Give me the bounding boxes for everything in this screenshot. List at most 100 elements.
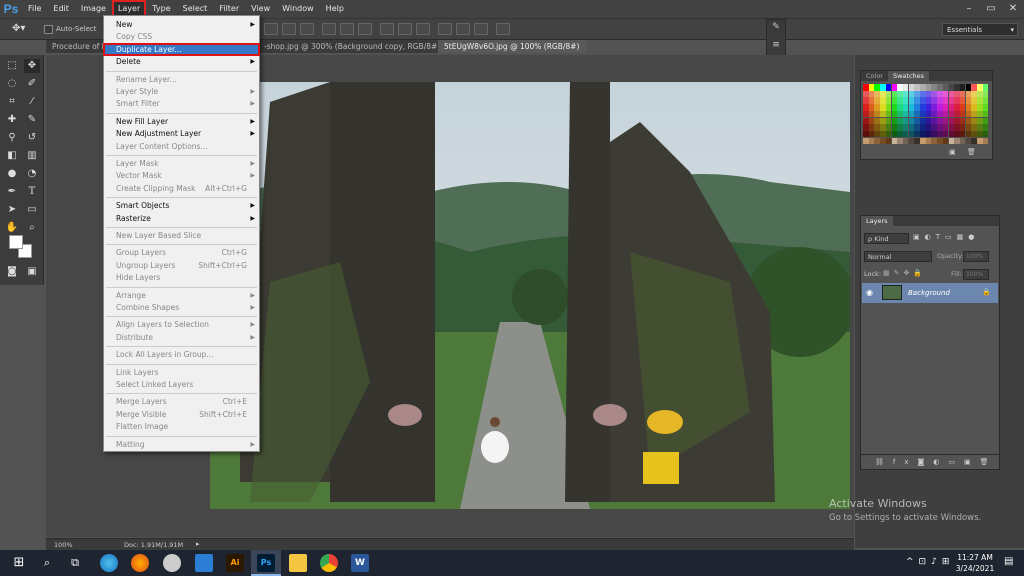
photoshop-taskbar-active[interactable]: Ps bbox=[251, 550, 281, 576]
swatch[interactable] bbox=[982, 90, 989, 98]
tab-swatches[interactable]: Swatches bbox=[887, 71, 930, 81]
swatch[interactable] bbox=[982, 117, 989, 124]
file-explorer-icon[interactable] bbox=[289, 554, 307, 572]
layer-menu-item[interactable]: Arrange ▶ bbox=[104, 290, 259, 301]
crop-tool-icon[interactable]: ⌗ bbox=[4, 95, 20, 109]
healing-tool-icon[interactable]: ✚ bbox=[4, 113, 20, 127]
status-arrow-icon[interactable]: ▸ bbox=[196, 540, 200, 548]
layer-menu-item[interactable]: Merge Visible Shift+Ctrl+E bbox=[104, 409, 259, 420]
layer-menu-item[interactable]: Select Linked Layers bbox=[104, 379, 259, 390]
rectangle-tool-icon[interactable]: ▭ bbox=[24, 203, 40, 217]
layer-name[interactable]: Background bbox=[908, 289, 950, 297]
zoom-tool-icon[interactable]: ⌕ bbox=[24, 221, 40, 235]
layer-menu-item[interactable]: New Fill Layer ▶ bbox=[104, 116, 259, 127]
layer-menu-item[interactable]: Smart Filter ▶ bbox=[104, 98, 259, 109]
quick-mask-icon[interactable]: ◙ bbox=[4, 265, 20, 279]
tab-layers[interactable]: Layers bbox=[861, 216, 893, 226]
illustrator-icon[interactable]: Ai bbox=[226, 554, 244, 572]
clone-stamp-tool-icon[interactable]: ⚲ bbox=[4, 131, 20, 145]
layers-footer-icons[interactable]: ⛓fx◙◐▭▣🗑 bbox=[861, 454, 999, 469]
brush-settings-icon[interactable]: ≡ bbox=[767, 40, 785, 50]
eye-icon[interactable]: ◉ bbox=[866, 288, 873, 297]
swatch[interactable] bbox=[982, 97, 989, 104]
lasso-tool-icon[interactable]: ◌ bbox=[4, 77, 20, 91]
layer-menu-item[interactable]: Rasterize ▶ bbox=[104, 213, 259, 224]
chrome-icon[interactable] bbox=[320, 554, 338, 572]
document-image[interactable] bbox=[210, 82, 850, 509]
align-top-icon[interactable] bbox=[264, 23, 278, 35]
brush-tool-icon[interactable]: ✎ bbox=[24, 113, 40, 127]
swatch-grid[interactable] bbox=[863, 84, 989, 145]
maximize-button[interactable]: ▭ bbox=[980, 0, 1002, 18]
distribute-left-icon[interactable] bbox=[438, 23, 452, 35]
tab-procedure[interactable]: Procedure of h bbox=[46, 40, 106, 53]
blur-tool-icon[interactable]: ● bbox=[4, 167, 20, 181]
distribute-vcenter-icon[interactable] bbox=[398, 23, 412, 35]
layer-menu-item[interactable]: Merge Layers Ctrl+E bbox=[104, 396, 259, 407]
swatch[interactable] bbox=[982, 110, 989, 118]
firefox-icon[interactable] bbox=[131, 554, 149, 572]
layer-menu-item[interactable]: New Layer Based Slice bbox=[104, 230, 259, 241]
word-icon[interactable]: W bbox=[351, 554, 369, 572]
swatch[interactable] bbox=[982, 137, 989, 145]
layer-menu-item[interactable]: Ungroup Layers Shift+Ctrl+G bbox=[104, 260, 259, 271]
path-select-tool-icon[interactable]: ➤ bbox=[4, 203, 20, 217]
menu-window[interactable]: Window bbox=[276, 0, 320, 18]
close-button[interactable]: ✕ bbox=[1002, 0, 1024, 18]
layer-menu-item[interactable]: New Adjustment Layer ▶ bbox=[104, 128, 259, 139]
pen-tool-icon[interactable]: ✒ bbox=[4, 185, 20, 199]
trash-icon[interactable]: 🗑 bbox=[967, 148, 976, 156]
layer-menu-item[interactable]: Create Clipping Mask Alt+Ctrl+G bbox=[104, 183, 259, 194]
auto-align-icon[interactable] bbox=[496, 23, 510, 35]
layer-menu-item[interactable]: Rename Layer... bbox=[104, 74, 259, 85]
layer-menu-item[interactable]: Distribute ▶ bbox=[104, 332, 259, 343]
layer-menu-item[interactable]: Link Layers bbox=[104, 367, 259, 378]
clock-date[interactable]: 3/24/2021 bbox=[955, 564, 995, 573]
swatch[interactable] bbox=[982, 130, 989, 138]
task-view-icon[interactable]: ⧉ bbox=[66, 554, 84, 572]
clock-time[interactable]: 11:27 AM bbox=[955, 553, 995, 562]
history-brush-tool-icon[interactable]: ↺ bbox=[24, 131, 40, 145]
workspace-select[interactable]: Essentials ▾ bbox=[942, 23, 1018, 36]
tab-color[interactable]: Color bbox=[861, 71, 888, 81]
layer-menu-item[interactable]: Delete ▶ bbox=[104, 56, 259, 67]
type-tool-icon[interactable]: T bbox=[24, 185, 40, 199]
kind-filter-select[interactable]: ρ Kind bbox=[864, 233, 909, 244]
filter-icons[interactable]: ▣◐T▭▦● bbox=[913, 233, 979, 241]
move-tool-icon[interactable]: ✥ bbox=[24, 59, 40, 73]
lock-icons[interactable]: ▦✎✥🔒 bbox=[883, 269, 926, 277]
zoom-level[interactable]: 100% bbox=[54, 541, 73, 549]
hand-tool-icon[interactable]: ✋ bbox=[4, 221, 20, 235]
blend-mode-select[interactable]: Normal bbox=[864, 251, 932, 262]
layer-menu-item[interactable]: Hide Layers bbox=[104, 272, 259, 283]
auto-select-checkbox[interactable] bbox=[44, 25, 53, 34]
foreground-color-swatch[interactable] bbox=[9, 235, 23, 249]
swatch[interactable] bbox=[982, 124, 989, 131]
distribute-hcenter-icon[interactable] bbox=[456, 23, 470, 35]
screen-mode-icon[interactable]: ▣ bbox=[24, 265, 40, 279]
eraser-tool-icon[interactable]: ◧ bbox=[4, 149, 20, 163]
windows-start-icon[interactable]: ⊞ bbox=[10, 554, 28, 572]
notification-icon[interactable]: ▤ bbox=[1004, 556, 1013, 567]
new-swatch-icon[interactable]: ▣ bbox=[949, 148, 956, 156]
layer-menu-item[interactable]: New ▶ bbox=[104, 19, 259, 30]
align-left-icon[interactable] bbox=[322, 23, 336, 35]
layer-menu-item[interactable]: Lock All Layers in Group... bbox=[104, 349, 259, 360]
system-tray-icons[interactable]: ^⊡♪⊞ bbox=[906, 557, 954, 567]
layer-menu-item[interactable]: Combine Shapes ▶ bbox=[104, 302, 259, 313]
align-right-icon[interactable] bbox=[358, 23, 372, 35]
quick-select-tool-icon[interactable]: ✐ bbox=[24, 77, 40, 91]
opacity-input[interactable]: 100% bbox=[963, 251, 989, 262]
tab-active-document[interactable]: 5tEUgW8v6O.jpg @ 100% (RGB/8#) bbox=[438, 40, 586, 53]
layer-menu-item[interactable]: Matting ▶ bbox=[104, 439, 259, 450]
layer-menu-item[interactable]: Layer Mask ▶ bbox=[104, 158, 259, 169]
align-bottom-icon[interactable] bbox=[300, 23, 314, 35]
layer-menu-item[interactable]: Flatten Image bbox=[104, 421, 259, 432]
layer-menu-item[interactable]: Smart Objects ▶ bbox=[104, 200, 259, 211]
store-icon[interactable] bbox=[195, 554, 213, 572]
move-tool-icon[interactable]: ✥▾ bbox=[12, 23, 25, 34]
layer-menu-item[interactable]: Align Layers to Selection ▶ bbox=[104, 319, 259, 330]
menu-file[interactable]: File bbox=[22, 0, 47, 18]
fill-input[interactable]: 100% bbox=[963, 269, 989, 280]
distribute-top-icon[interactable] bbox=[380, 23, 394, 35]
